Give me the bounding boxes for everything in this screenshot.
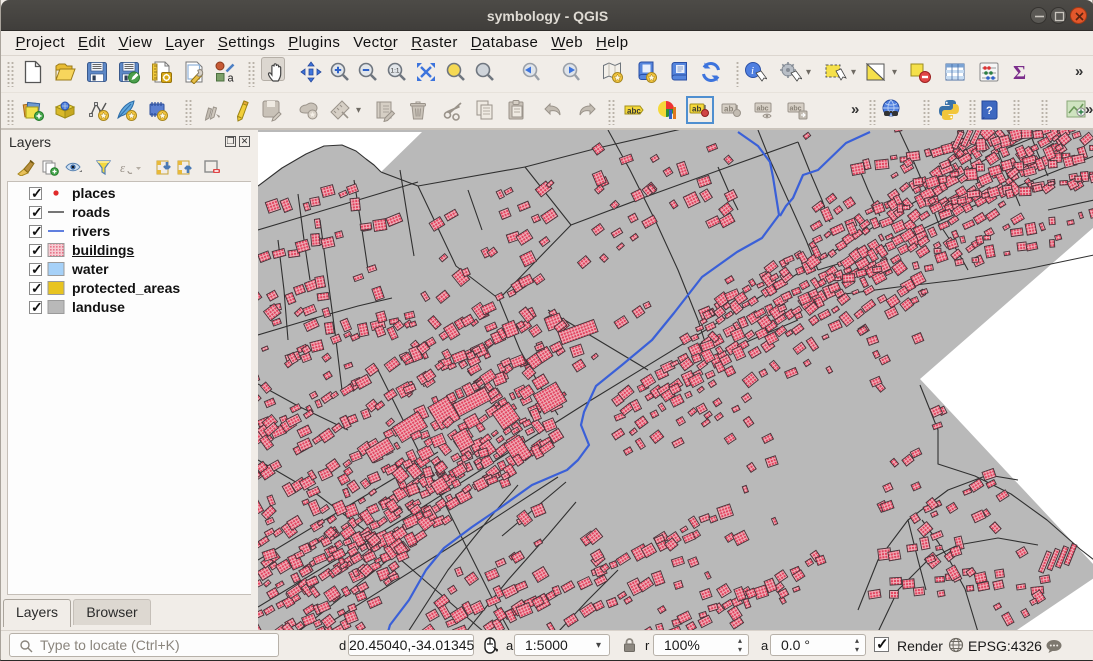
svg-text:ab: ab bbox=[692, 105, 701, 114]
svg-text:a: a bbox=[228, 73, 235, 85]
svg-text:abc: abc bbox=[627, 107, 641, 116]
svg-text:abc: abc bbox=[757, 106, 769, 113]
svg-text:ε: ε bbox=[120, 160, 126, 175]
svg-text:?: ? bbox=[986, 105, 993, 117]
svg-text:i: i bbox=[751, 65, 754, 77]
svg-text:1:1: 1:1 bbox=[391, 68, 400, 75]
svg-text:ab: ab bbox=[724, 105, 733, 114]
svg-text:Σ: Σ bbox=[1013, 62, 1026, 84]
